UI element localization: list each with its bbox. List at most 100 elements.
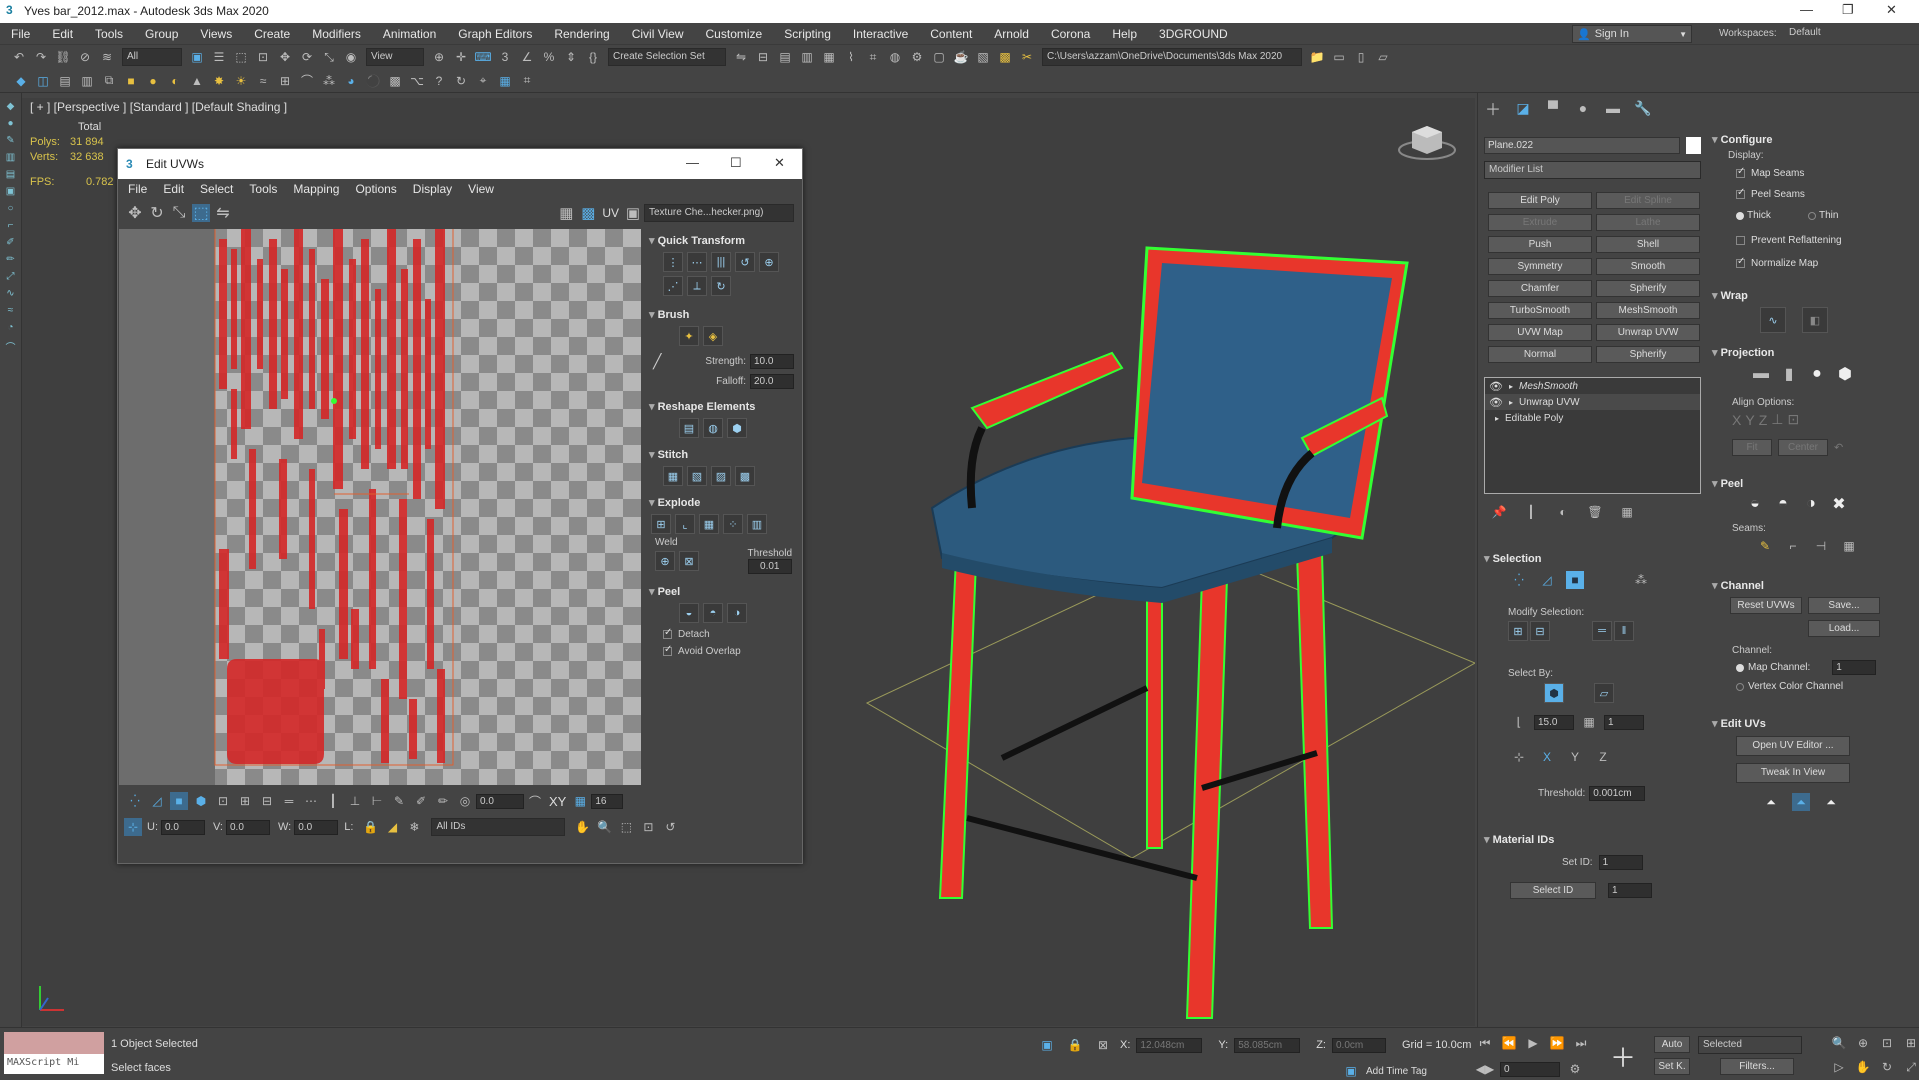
w-input[interactable]: 0.0: [294, 819, 339, 835]
uv-texture-dropdown[interactable]: Texture Che...hecker.png): [644, 204, 794, 222]
rotate-cw-icon[interactable]: ↻: [711, 276, 731, 296]
pelt-map-icon[interactable]: ◑: [727, 603, 747, 623]
uvw-menu-display[interactable]: Display: [405, 179, 460, 199]
prevent-reflattening-checkbox[interactable]: [1736, 236, 1745, 245]
xy-space-label[interactable]: XY: [549, 794, 566, 809]
rendered-frame-window-icon[interactable]: ▢: [930, 48, 948, 66]
texture-icon[interactable]: ▩: [386, 72, 404, 90]
map-seams-checkbox[interactable]: [1736, 166, 1745, 178]
align-y-icon[interactable]: Y: [1745, 412, 1754, 428]
uvw-map-icon[interactable]: ⊞: [276, 72, 294, 90]
reset-peel-icon[interactable]: ◑: [1802, 495, 1820, 513]
paint-grow-icon[interactable]: ✐: [412, 792, 430, 810]
menu-content[interactable]: Content: [919, 23, 983, 45]
make-unique-icon[interactable]: ◐: [1554, 503, 1572, 521]
spherify-2-button[interactable]: Spherify: [1596, 346, 1700, 363]
object-color-swatch[interactable]: [1686, 137, 1701, 154]
push-button[interactable]: Push: [1488, 236, 1592, 253]
shrink-icon[interactable]: ⊟: [258, 792, 276, 810]
toggle-layer-explorer-icon[interactable]: ▥: [798, 48, 816, 66]
shell-button[interactable]: Shell: [1596, 236, 1700, 253]
scissors-icon[interactable]: ✂: [1018, 48, 1036, 66]
render-iterative-icon[interactable]: ▧: [974, 48, 992, 66]
orbit-icon[interactable]: ↻: [1878, 1058, 1896, 1076]
toggle-ribbon-icon[interactable]: ▦: [820, 48, 838, 66]
sphere-primitive-icon[interactable]: ◐: [166, 72, 184, 90]
bend-icon[interactable]: ⌒: [298, 72, 316, 90]
key-selection-dropdown[interactable]: Selected: [1698, 1036, 1802, 1054]
refresh-icon[interactable]: ↻: [452, 72, 470, 90]
paint-move-icon[interactable]: ✦: [679, 326, 699, 346]
prevent-reflattening-option[interactable]: Prevent Reflattening: [1736, 235, 1842, 246]
ribbon-toggle-icon[interactable]: ◆: [12, 72, 30, 90]
unwrap-uvw-button[interactable]: Unwrap UVW: [1596, 324, 1700, 341]
uvw-menu-tools[interactable]: Tools: [241, 179, 285, 199]
zoom-extents-all-icon[interactable]: ⊞: [1902, 1034, 1919, 1052]
detach-checkbox[interactable]: [663, 627, 672, 639]
hierarchy-tab-icon[interactable]: ▀: [1544, 99, 1562, 117]
shrink-selection-icon[interactable]: ⊟: [1530, 621, 1550, 641]
uv-tool-2-icon[interactable]: ⏶: [1792, 793, 1810, 811]
straighten-icon[interactable]: ▤: [679, 418, 699, 438]
zoom-icon[interactable]: 🔍: [595, 818, 613, 836]
undo-icon[interactable]: ↶: [10, 48, 28, 66]
tweak-in-view-button[interactable]: Tweak In View: [1736, 763, 1850, 783]
stitch-custom-icon[interactable]: ▦: [663, 466, 683, 486]
brush-header[interactable]: Brush: [645, 307, 802, 323]
uv-polygon-icon[interactable]: ■: [1566, 571, 1584, 589]
select-by-planar-icon[interactable]: ▱: [1594, 683, 1614, 703]
freeform-icon[interactable]: ▤: [6, 169, 15, 180]
menu-group[interactable]: Group: [134, 23, 189, 45]
grow-selection-icon[interactable]: ⊞: [1508, 621, 1528, 641]
cone-primitive-icon[interactable]: ▲: [188, 72, 206, 90]
pack-icon[interactable]: ▥: [747, 514, 767, 534]
scale-icon[interactable]: ⤡: [320, 48, 338, 66]
uvw-menu-options[interactable]: Options: [347, 179, 404, 199]
group-icon[interactable]: ⧉: [100, 72, 118, 90]
pin-peel-icon[interactable]: ✖: [1830, 495, 1848, 513]
wrap-header[interactable]: Wrap: [1712, 289, 1748, 302]
paint-shrink-icon[interactable]: ✏: [434, 792, 452, 810]
map-channel-radio[interactable]: [1736, 663, 1744, 672]
uv-edge-icon[interactable]: ◿: [1538, 571, 1556, 589]
set-key-button[interactable]: Set K.: [1654, 1058, 1690, 1075]
select-object-icon[interactable]: ▣: [188, 48, 206, 66]
snap-icon[interactable]: ○: [7, 203, 13, 214]
layer-icon[interactable]: ▤: [56, 72, 74, 90]
planar-map-icon[interactable]: ▬: [1752, 365, 1770, 383]
threshold-input[interactable]: 0.01: [747, 559, 792, 574]
open-uv-editor-button[interactable]: Open UV Editor ...: [1736, 736, 1850, 756]
peel-section-header[interactable]: Peel: [1712, 477, 1744, 490]
stitch-average-icon[interactable]: ▨: [711, 466, 731, 486]
uv-scale-icon[interactable]: ⤡: [170, 204, 188, 222]
menu-graph-editors[interactable]: Graph Editors: [447, 23, 543, 45]
uvw-minimize-icon[interactable]: —: [686, 155, 699, 170]
thick-radio[interactable]: [1736, 211, 1744, 220]
normal-button[interactable]: Normal: [1488, 346, 1592, 363]
stitch-header[interactable]: Stitch: [645, 447, 802, 463]
reset-view-icon[interactable]: ↺: [661, 818, 679, 836]
redo-icon[interactable]: ↷: [32, 48, 50, 66]
avoid-overlap-checkbox[interactable]: [663, 644, 672, 656]
edit-uvws-titlebar[interactable]: 3 Edit UVWs — ☐ ✕: [118, 149, 802, 179]
weld-target-icon[interactable]: ⊕: [655, 551, 675, 571]
uv-mirror-icon[interactable]: ⇋: [214, 204, 232, 222]
detach-option[interactable]: Detach: [645, 626, 802, 643]
menu-help[interactable]: Help: [1101, 23, 1148, 45]
noise-icon[interactable]: ⁂: [320, 72, 338, 90]
quick-peel-icon[interactable]: ◒: [679, 603, 699, 623]
workspaces-dropdown[interactable]: Default: [1785, 25, 1915, 43]
uv-editor-canvas[interactable]: [119, 229, 641, 785]
go-to-start-icon[interactable]: ⏮: [1476, 1034, 1494, 1052]
cmd-threshold-input[interactable]: 0.001cm: [1589, 786, 1646, 801]
light-icon[interactable]: ✸: [210, 72, 228, 90]
symmetry-button[interactable]: Symmetry: [1488, 258, 1592, 275]
layout-icon[interactable]: ▣: [6, 186, 15, 197]
sign-in-dropdown[interactable]: 👤 Sign In ▼: [1572, 25, 1692, 43]
thin-option[interactable]: Thin: [1808, 210, 1838, 221]
retopo-icon[interactable]: ⌒: [6, 339, 16, 354]
maximize-viewport-icon[interactable]: ⤢: [1902, 1058, 1919, 1076]
falloff-input[interactable]: 20.0: [750, 374, 794, 389]
selection-header[interactable]: Selection: [1484, 552, 1542, 565]
uv-freeform-icon[interactable]: ⬚: [192, 204, 210, 222]
